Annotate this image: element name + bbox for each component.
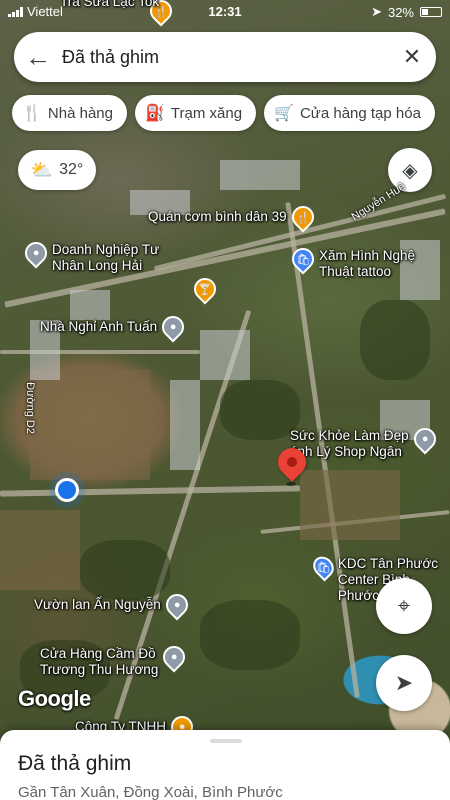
chip-label: Trạm xăng — [170, 104, 243, 122]
poi-label: Vườn lan Ấn Nguyễn — [34, 596, 161, 612]
search-title[interactable]: Đã thả ghim — [62, 47, 388, 68]
place-address: Gần Tân Xuân, Đồng Xoài, Bình Phước — [18, 784, 283, 800]
poi-label: Doanh Nghiệp Tư Nhân Long Hải — [52, 242, 160, 274]
chip-restaurants[interactable]: 🍴 Nhà hàng — [12, 95, 127, 131]
poi-cam-do[interactable]: Cửa Hàng Cầm Đồ Trương Thu Hương ● — [40, 641, 190, 678]
poi-suc-khoe[interactable]: Sức Khỏe Làm Đẹp ánh Lý Shop Ngân ● — [290, 423, 441, 460]
poi-label: Sức Khỏe Làm Đẹp ánh Lý Shop Ngân — [290, 428, 409, 460]
chip-label: Cửa hàng tạp hóa — [299, 104, 421, 122]
chip-label: Nhà hàng — [47, 104, 113, 122]
chip-gas-stations[interactable]: ⛽ Trạm xăng — [134, 95, 257, 131]
place-pin-icon: ● — [158, 641, 190, 673]
poi-quan-com[interactable]: Quán cơm bình dân 39 🍴 — [148, 201, 319, 233]
close-icon[interactable]: ✕ — [388, 32, 436, 82]
chip-groceries[interactable]: 🛒 Cửa hàng tạp hóa — [264, 95, 435, 131]
battery-icon — [420, 7, 442, 17]
place-pin-icon: ● — [161, 589, 193, 621]
place-pin-icon: ● — [20, 237, 52, 269]
bar-pin-icon: 🍸 — [189, 273, 221, 305]
food-pin-icon: 🍴 — [287, 201, 319, 233]
poi-xam-hinh[interactable]: 🛍 Xăm Hình Nghệ Thuật tattoo — [287, 243, 416, 280]
poi-tra-sua[interactable]: 🍴 Tra Sữa Lạc Tok — [60, 0, 177, 27]
street-label: Đường D2 — [23, 382, 36, 434]
gas-station-icon: ⛽ — [144, 105, 165, 122]
category-chips: 🍴 Nhà hàng ⛽ Trạm xăng 🛒 Cửa hàng tạp hó… — [12, 95, 435, 131]
weather-badge[interactable]: ⛅ 32° — [18, 150, 96, 190]
location-arrow-icon: ➤ — [371, 4, 382, 19]
poi-vuon-lan[interactable]: Vườn lan Ấn Nguyễn ● — [34, 589, 193, 621]
place-pin-icon: ● — [157, 311, 189, 343]
shop-pin-icon: 🛍 — [308, 552, 338, 582]
my-location-dot — [55, 478, 79, 502]
battery-percent: 32% — [387, 4, 414, 20]
bottom-sheet[interactable]: Đã thả ghim Gần Tân Xuân, Đồng Xoài, Bìn… — [0, 730, 450, 800]
poi-label: Quán cơm bình dân 39 — [148, 208, 287, 224]
cart-icon: 🛒 — [274, 105, 294, 122]
directions-button[interactable]: ➤ — [376, 655, 432, 711]
temperature: 32° — [59, 161, 84, 178]
fork-knife-icon: 🍴 — [22, 105, 42, 122]
poi-label: Xăm Hình Nghệ Thuật tattoo — [319, 248, 416, 280]
google-logo: Google — [18, 686, 91, 711]
navigation-arrow-icon: ➤ — [394, 670, 414, 695]
poi-bar-pin[interactable]: 🍸 — [189, 273, 221, 305]
search-bar[interactable]: ← Đã thả ghim ✕ — [14, 32, 436, 82]
poi-label: Nhà Nghỉ Anh Tuấn — [40, 318, 158, 334]
drag-handle[interactable] — [210, 739, 242, 743]
partly-cloudy-icon: ⛅ — [30, 159, 54, 180]
poi-label: Tra Sữa Lạc Tok — [60, 0, 160, 9]
poi-label: Cửa Hàng Cầm Đồ Trương Thu Hương — [40, 646, 159, 678]
my-location-button[interactable]: ⌖ — [376, 578, 432, 634]
poi-doanh-nghiep[interactable]: ● Doanh Nghiệp Tư Nhân Long Hải — [20, 237, 160, 274]
place-title: Đã thả ghim — [18, 752, 132, 775]
back-arrow-icon[interactable]: ← — [14, 32, 62, 82]
shop-pin-icon: 🛍 — [287, 243, 319, 275]
pin-shadow — [286, 482, 296, 486]
locate-icon: ⌖ — [397, 593, 411, 618]
layers-icon: ◈ — [402, 159, 418, 182]
poi-nha-nghi[interactable]: Nhà Nghỉ Anh Tuấn ● — [40, 311, 189, 343]
place-pin-icon: ● — [409, 423, 441, 455]
